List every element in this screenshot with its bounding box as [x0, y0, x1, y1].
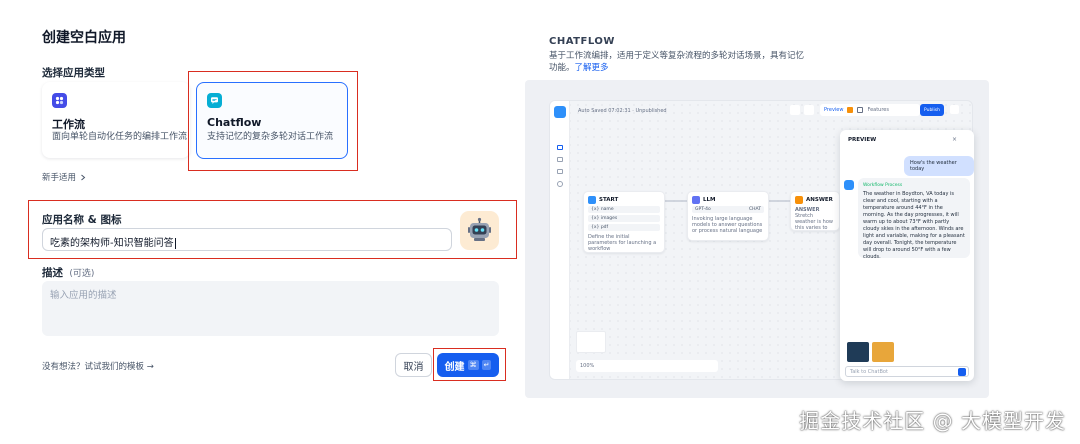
zoom-toolbar: 100% [576, 360, 718, 372]
type-card-workflow[interactable]: 工作流 面向单轮自动化任务的编排工作流 [42, 82, 190, 158]
user-message: How's the weather today [904, 156, 974, 176]
app-icon-picker[interactable] [460, 211, 499, 250]
workflow-process[interactable]: Workflow Process [863, 182, 965, 189]
dialog-title: 创建空白应用 [42, 30, 126, 46]
chat-input-placeholder: Talk to ChatBot [850, 369, 888, 375]
zoom-level[interactable]: 100% [580, 363, 594, 369]
preview-title: PREVIEW [848, 137, 877, 143]
type-card-chatflow[interactable]: Chatflow 支持记忆的复杂多轮对话工作流 [196, 82, 348, 159]
chatflow-desc: 支持记忆的复杂多轮对话工作流 [207, 132, 334, 142]
preview-panel: PREVIEW × How's the weather today Workfl… [840, 130, 974, 381]
chatflow-title: Chatflow [207, 116, 262, 129]
close-icon[interactable]: × [952, 136, 957, 143]
cancel-button[interactable]: 取消 [395, 353, 432, 377]
image-thumb-mountain[interactable] [847, 342, 869, 362]
learn-more-link[interactable]: 了解更多 [575, 63, 609, 73]
workflow-icon [52, 93, 67, 108]
bot-avatar [844, 180, 854, 190]
watermark: 掘金技术社区 @ 大模型开发 [799, 409, 1066, 433]
workflow-desc: 面向单轮自动化任务的编排工作流 [52, 132, 188, 142]
chat-input[interactable]: Talk to ChatBot [845, 366, 969, 377]
chatflow-icon [207, 93, 222, 108]
enter-key-icon: ↵ [481, 360, 492, 370]
robot-icon [468, 217, 491, 241]
cmd-key-icon: ⌘ [467, 360, 479, 370]
optional-hint: (可选) [69, 269, 95, 279]
bot-message: Workflow Process The weather in Boydton,… [858, 178, 970, 258]
chevron-right-icon [81, 174, 86, 180]
description-textarea[interactable]: 输入应用的描述 [42, 281, 499, 336]
description-placeholder: 输入应用的描述 [50, 290, 117, 301]
text-caret [174, 237, 176, 249]
send-icon[interactable] [958, 368, 966, 376]
create-button-label: 创建 [444, 361, 465, 373]
description-label-row: 描述 (可选) [42, 265, 94, 280]
beginner-link-label: 新手适用 [42, 173, 77, 183]
app-name-label: 应用名称 & 图标 [42, 214, 122, 226]
description-label: 描述 [42, 267, 63, 279]
chatflow-info-desc: 基于工作流编排，适用于定义等复杂流程的多轮对话场景，具有记忆功能。了解更多 [549, 50, 809, 74]
image-thumb-desert[interactable] [872, 342, 894, 362]
create-button[interactable]: 创建 ⌘ ↵ [437, 353, 499, 377]
minimap[interactable] [576, 331, 606, 353]
bot-reply: The weather in Boydton, VA today is clea… [863, 191, 965, 258]
chatflow-info-title: CHATFLOW [549, 36, 615, 47]
beginner-link[interactable]: 新手适用 [42, 171, 86, 183]
app-name-value: 吃素的架构师-知识智能问答 [50, 238, 174, 249]
app-type-label: 选择应用类型 [42, 67, 105, 79]
template-link[interactable]: 没有想法？试试我们的模板 → [42, 360, 154, 372]
app-name-input[interactable]: 吃素的架构师-知识智能问答 [42, 228, 452, 251]
